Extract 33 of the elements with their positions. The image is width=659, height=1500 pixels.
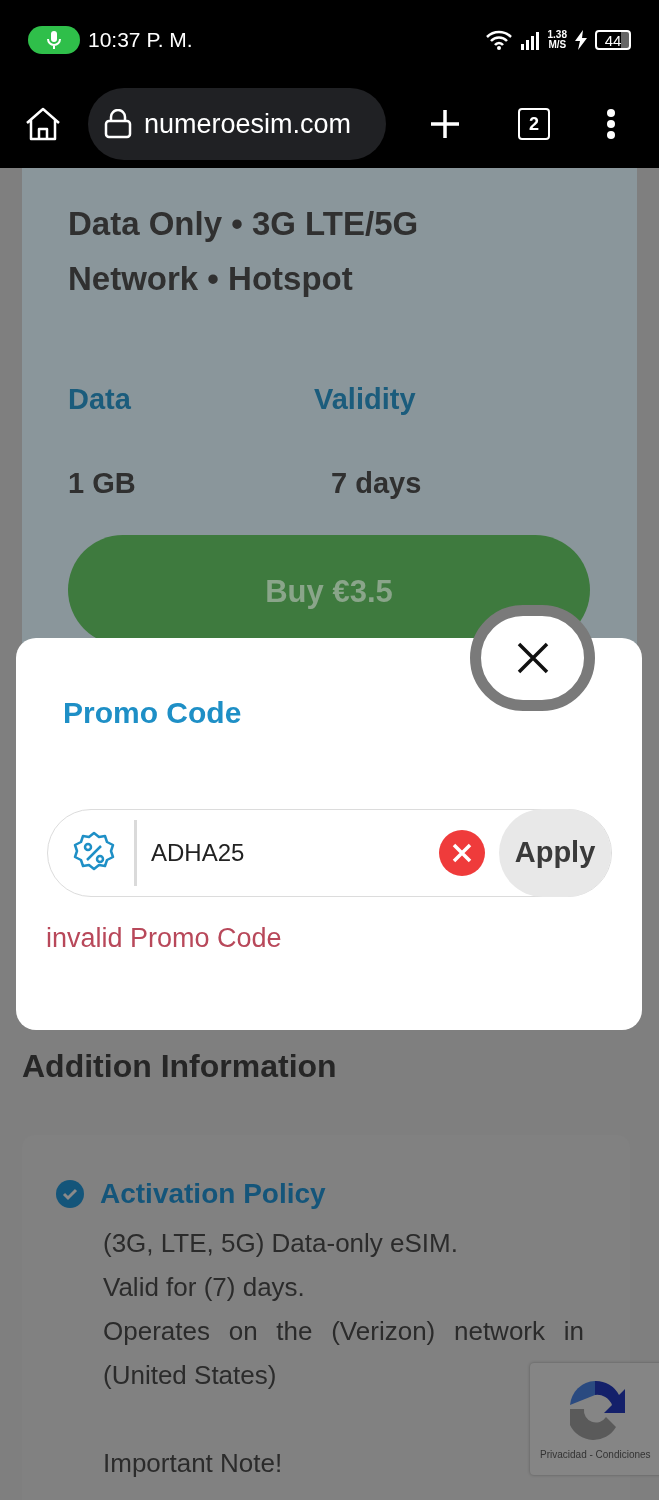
clock-time: 10:37 P. M. <box>88 27 193 54</box>
dialog-title: Promo Code <box>63 695 242 731</box>
recaptcha-links[interactable]: Privacidad - Condiciones <box>540 1447 651 1462</box>
new-tab-icon[interactable] <box>430 109 460 139</box>
policy-text: Valid for (7) days. <box>103 1271 305 1304</box>
error-message: invalid Promo Code <box>46 922 282 955</box>
section-heading: Addition Information <box>22 1047 337 1086</box>
close-icon <box>516 642 549 674</box>
promo-code-value: ADHA25 <box>151 838 245 868</box>
plan-description: Data Only • 3G LTE/5G Network • Hotspot <box>68 204 420 299</box>
tab-switcher-button[interactable]: 2 <box>518 108 550 140</box>
clear-icon[interactable] <box>439 830 485 876</box>
apply-button[interactable]: Apply <box>499 809 611 897</box>
speed-unit: M/S <box>548 40 567 50</box>
address-bar[interactable]: numeroesim.com <box>88 88 386 160</box>
policy-text: Important Note! <box>103 1447 283 1480</box>
spec-label: Data <box>68 382 132 417</box>
spec-value: 1 GB <box>68 465 137 501</box>
microphone-indicator-icon <box>28 26 80 54</box>
policy-text: Operates on the (Verizon) network in (United States) <box>103 1315 584 1392</box>
lock-icon <box>104 109 132 139</box>
policy-title: Activation Policy <box>100 1177 326 1211</box>
check-circle-icon <box>56 1180 84 1208</box>
home-icon[interactable] <box>24 107 62 141</box>
spec-label: Validity <box>314 382 417 417</box>
network-speed: 1.38 <box>547 30 567 40</box>
wifi-icon <box>485 30 512 50</box>
menu-icon[interactable] <box>606 108 616 140</box>
policy-text: (3G, LTE, 5G) Data-only eSIM. <box>103 1227 458 1260</box>
signal-icon <box>519 30 540 50</box>
battery-icon: 44 <box>595 30 631 50</box>
spec-value: 7 days <box>330 465 423 501</box>
charging-bolt-icon <box>575 30 587 50</box>
